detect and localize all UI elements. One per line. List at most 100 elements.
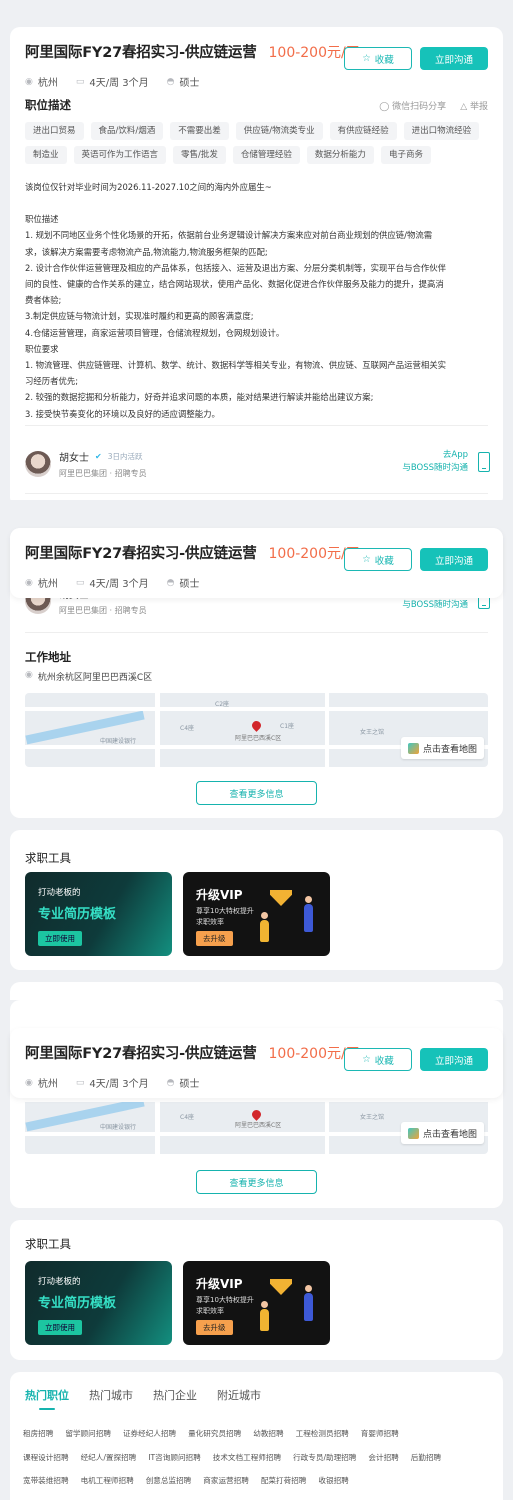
tab-nearby-cities[interactable]: 附近城市 xyxy=(217,1387,261,1403)
report-label: 举报 xyxy=(469,102,488,112)
location-map[interactable]: 中国建设银行 C4座 女王之馆 阿里巴巴西溪C区 点击查看地图 xyxy=(25,1092,488,1154)
map-place-label: 阿里巴巴西溪C区 xyxy=(235,1122,282,1129)
tag: 英语可作为工作语言 xyxy=(73,146,167,164)
hot-links-card: 热门职位 热门城市 热门企业 附近城市 租房招聘 留学顾问招聘 证券经纪人招聘 … xyxy=(10,1372,503,1500)
hot-link[interactable]: 行政专员/助理招聘 xyxy=(293,1452,356,1463)
map-icon xyxy=(407,1127,419,1139)
use-now-button[interactable]: 立即使用 xyxy=(38,1320,82,1335)
hot-tabs: 热门职位 热门城市 热门企业 附近城市 xyxy=(25,1387,261,1410)
resume-line1: 打动老板的 xyxy=(38,1277,81,1287)
use-now-button[interactable]: 立即使用 xyxy=(38,931,82,946)
hot-links-row: 宽带装维招聘 电机工程师招聘 创意总监招聘 商家运营招聘 配菜打荷招聘 收银招聘 xyxy=(23,1475,349,1486)
calendar-icon: ▭ xyxy=(75,577,85,588)
view-map-button[interactable]: 点击查看地图 xyxy=(400,737,484,759)
hot-link[interactable]: 租房招聘 xyxy=(23,1428,53,1439)
job-title: 阿里国际FY27春招实习-供应链运营 xyxy=(25,546,257,562)
star-icon: ☆ xyxy=(362,53,371,64)
description-line: 求，该解决方案需要考虑物流产品,物流能力,物流服务框架的匹配; xyxy=(25,246,268,257)
tab-hot-jobs[interactable]: 热门职位 xyxy=(25,1387,69,1410)
hot-link[interactable]: 宽带装维招聘 xyxy=(23,1475,69,1486)
upgrade-button[interactable]: 去升级 xyxy=(196,931,233,946)
job-description-text: 该岗位仅针对毕业时间为2026.11-2027.10之间的海内外应届生~ 职位描… xyxy=(25,179,488,422)
person-icon xyxy=(261,1301,268,1308)
job-title: 阿里国际FY27春招实习-供应链运营 xyxy=(25,1046,257,1062)
description-line: 职位要求 xyxy=(25,343,59,354)
hot-link[interactable]: 证券经纪人招聘 xyxy=(123,1428,176,1439)
hot-link[interactable]: IT咨询顾问招聘 xyxy=(148,1452,200,1463)
location-map[interactable]: C2座 C1座 C4座 中国建设银行 女王之馆 阿里巴巴西溪C区 点击查看地图 xyxy=(25,693,488,767)
job-city: 杭州 xyxy=(37,78,58,89)
hot-link[interactable]: 创意总监招聘 xyxy=(146,1475,192,1486)
divider xyxy=(25,632,488,633)
hot-link[interactable]: 经纪人/置探招聘 xyxy=(81,1452,137,1463)
screenshot-panel-1: 阿里国际FY27春招实习-供应链运营 100-200元/天 ◉ 杭州 ▭ 4天/周 … xyxy=(0,0,513,500)
upgrade-button[interactable]: 去升级 xyxy=(196,1320,233,1335)
chat-now-button[interactable]: 立即沟通 xyxy=(420,47,488,70)
favorite-button[interactable]: ☆ 收藏 xyxy=(344,1048,412,1071)
diamond-icon xyxy=(270,1279,292,1295)
hot-link[interactable]: 量化研究员招聘 xyxy=(188,1428,241,1439)
more-info-button[interactable]: 查看更多信息 xyxy=(196,781,317,805)
sticky-job-header: 阿里国际FY27春招实习-供应链运营 100-200元/天 ◉ 杭州 ▭ 4天/周 … xyxy=(10,528,503,598)
hot-link[interactable]: 课程设计招聘 xyxy=(23,1452,69,1463)
hot-link[interactable]: 工程检测员招聘 xyxy=(296,1428,349,1439)
hot-link[interactable]: 后勤招聘 xyxy=(411,1452,441,1463)
hot-link[interactable]: 技术文档工程师招聘 xyxy=(213,1452,281,1463)
favorite-button[interactable]: ☆ 收藏 xyxy=(344,548,412,571)
description-line: 2. 较强的数据挖掘和分析能力，好奇并追求问题的本质，能对结果进行解读并能给出建… xyxy=(25,392,374,403)
wechat-share-link[interactable]: ◯ 微信扫码分享 xyxy=(379,99,446,112)
description-line: 1. 规划不同地区业务个性化场景的开拓，依据前台业务逻辑设计解决方案来应对前台商… xyxy=(25,230,433,241)
description-line: 费者体验; xyxy=(25,295,62,306)
more-info-button[interactable]: 查看更多信息 xyxy=(196,1170,317,1194)
tag: 不需要出差 xyxy=(170,122,229,140)
hot-link[interactable]: 商家运营招聘 xyxy=(203,1475,249,1486)
map-label: 女王之馆 xyxy=(360,729,385,736)
warning-icon: △ xyxy=(460,102,470,112)
job-city: 杭州 xyxy=(37,579,58,590)
tab-hot-cities[interactable]: 热门城市 xyxy=(89,1387,133,1403)
map-button-label: 点击查看地图 xyxy=(422,744,477,755)
map-label: C1座 xyxy=(280,723,295,730)
map-label: C2座 xyxy=(215,701,230,708)
degree-icon: ◓ xyxy=(166,1077,175,1088)
tag: 进出口物流经验 xyxy=(403,122,480,140)
hot-link[interactable]: 电机工程师招聘 xyxy=(81,1475,134,1486)
tab-hot-companies[interactable]: 热门企业 xyxy=(153,1387,197,1403)
description-line: 习经历者优先; xyxy=(25,376,79,387)
map-label: 女王之馆 xyxy=(360,1114,385,1121)
tag: 零售/批发 xyxy=(173,146,226,164)
recruiter-name: 胡女士 xyxy=(59,453,89,464)
vip-banner[interactable]: 升级VIP 尊享10大特权提升求职效率 去升级 xyxy=(183,872,330,956)
resume-template-banner[interactable]: 打动老板的 专业简历模板 立即使用 xyxy=(25,1261,172,1345)
location-icon: ◉ xyxy=(25,1077,33,1088)
hot-link[interactable]: 会计招聘 xyxy=(368,1452,398,1463)
chat-now-button[interactable]: 立即沟通 xyxy=(420,548,488,571)
star-icon: ☆ xyxy=(362,554,371,565)
star-icon: ☆ xyxy=(362,1054,371,1065)
job-schedule: 4天/周 3个月 xyxy=(89,78,149,89)
report-link[interactable]: △ 举报 xyxy=(460,99,488,112)
person-icon xyxy=(260,920,269,942)
view-map-button[interactable]: 点击查看地图 xyxy=(400,1122,484,1144)
hot-link[interactable]: 配菜打荷招聘 xyxy=(261,1475,307,1486)
tag: 供应链/物流类专业 xyxy=(235,122,323,140)
favorite-label: 收藏 xyxy=(374,555,394,567)
hot-link[interactable]: 幼教招聘 xyxy=(253,1428,283,1439)
map-pin-icon xyxy=(250,719,263,732)
resume-template-banner[interactable]: 打动老板的 专业简历模板 立即使用 xyxy=(25,872,172,956)
go-app-link[interactable]: 去App 与BOSS随时沟通 xyxy=(402,449,468,475)
hot-link[interactable]: 收银招聘 xyxy=(318,1475,348,1486)
description-line: 1. 物流管理、供应链管理、计算机、数学、统计、数据科学等相关专业，有物流、供应… xyxy=(25,360,447,371)
chat-now-button[interactable]: 立即沟通 xyxy=(420,1048,488,1071)
favorite-label: 收藏 xyxy=(374,1055,394,1067)
hot-link[interactable]: 育婴师招聘 xyxy=(361,1428,399,1439)
favorite-button[interactable]: ☆ 收藏 xyxy=(344,47,412,70)
person-icon xyxy=(261,912,268,919)
hot-link[interactable]: 留学顾问招聘 xyxy=(65,1428,111,1439)
description-line: 2. 设计合作伙伴运营管理及相应的产品体系，包括接入、运营及退出方案、分层分类机… xyxy=(25,262,447,273)
job-schedule: 4天/周 3个月 xyxy=(89,1079,149,1090)
vip-banner[interactable]: 升级VIP 尊享10大特权提升求职效率 去升级 xyxy=(183,1261,330,1345)
diamond-icon xyxy=(270,890,292,906)
app-line2: 与BOSS随时沟通 xyxy=(402,463,468,473)
description-heading: 职位描述 xyxy=(25,98,71,112)
